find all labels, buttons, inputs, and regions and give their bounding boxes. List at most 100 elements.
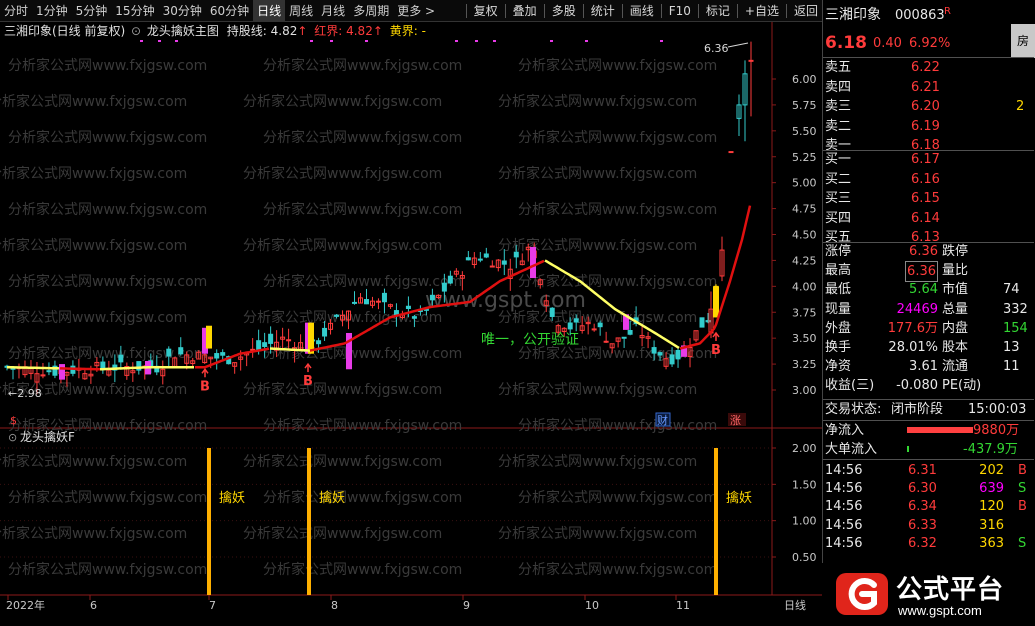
candle-body [591,328,597,331]
watermark-layer: 分析家公式网www.fxjgsw.com 分析家公式网www.fxjgsw.com… [0,57,717,578]
tick-time: 14:56 [825,481,863,497]
candle-body [699,317,705,328]
indicator-icon[interactable]: ⊙ [131,24,141,38]
candle-body [352,301,358,304]
big-inflow-bar [907,446,909,452]
candle-body [393,310,399,316]
stat-label: 收益(三) [825,378,875,394]
big-inflow-value: -437.9万 [963,442,1018,457]
tick-price: 6.30 [908,481,937,497]
signal-dot [140,40,143,42]
bid-label: 买一 [825,152,852,167]
watermark-text: 分析家公式网www.fxjgsw.com [243,453,442,470]
bid-price: 6.17 [911,152,940,167]
candle-body [728,151,734,154]
ask-label: 卖五 [825,60,852,75]
panel-divider [823,459,1034,460]
status-value: 闭市阶段 [891,402,944,417]
signal-dot [158,40,161,42]
signal-dot [660,40,663,42]
net-inflow-bar [907,427,973,433]
signal-column [207,448,211,595]
high-price-label: 6.36 [704,42,729,55]
watermark-text: 分析家公式网www.fxjgsw.com [0,93,187,110]
candle-body [573,318,579,323]
center-watermark: www.gspt.com [425,288,586,313]
status-row: 交易状态: 闭市阶段 15:00:03 [823,400,1034,419]
candle-body [621,336,627,339]
candle-body [214,353,220,359]
watermark-text: 分析家公式网www.fxjgsw.com [263,129,462,146]
candle-body [675,350,681,360]
net-inflow-row: 净流入 9880万 [823,421,1034,440]
price-tick-label: 4.25 [792,254,817,267]
ask-label: 卖四 [825,79,852,95]
bid-row: 买三 6.15 [823,189,1034,208]
watermark-text: 分析家公式网www.fxjgsw.com [8,561,207,578]
candle-body [567,322,573,330]
signal-dot [493,40,496,42]
stat-label-2: 总量 [942,301,969,317]
ask-row: 卖三 6.20 2 [823,97,1034,116]
buy-signal-label: B [711,343,721,358]
signal-column-label: 擒妖 [219,490,245,506]
watermark-text: 分析家公式网www.fxjgsw.com [0,453,187,470]
quote-price-row: 6.18 0.40 6.92% [823,34,1034,53]
stat-row: 换手 28.01% 股本 13 [823,338,1034,357]
stat-value-2: 74 [1003,282,1020,298]
bid-price: 6.16 [911,171,940,187]
logo-name: 公式平台 [896,575,1005,605]
watermark-text: 分析家公式网www.fxjgsw.com [498,453,697,470]
stat-label: 最高 [825,263,852,279]
sub-indicator-icon: ⊙ [8,431,17,444]
candle-body [489,265,495,268]
stock-title: 三湘印象(日线 前复权) [4,24,126,38]
date-tick-label: 9 [463,599,470,612]
stat-row: 净资 3.61 流通 11 [823,357,1034,376]
gspt-logo: 公式平台 www.gspt.com [822,563,1035,623]
bid-label: 买二 [825,171,852,187]
status-label: 交易状态: [825,402,882,417]
stat-label-2: 股本 [942,340,969,355]
sub-tick-label: 1.50 [792,478,817,491]
bid-label: 买三 [825,191,852,206]
ask-price: 6.22 [911,60,940,75]
tick-price: 6.33 [908,517,937,533]
stat-label: 涨停 [825,244,852,259]
stat-value: 24469 [896,301,938,317]
low-price-label: ←2.98 [8,387,42,400]
bid-row: 买二 6.16 [823,170,1034,189]
watermark-text: 分析家公式网www.fxjgsw.com [8,201,207,218]
date-tick-label: 7 [209,599,216,612]
watermark-text: 分析家公式网www.fxjgsw.com [8,345,207,362]
candle-body [651,347,657,354]
indicator-name[interactable]: 龙头擒妖主图 [147,24,219,38]
candle-body [46,370,52,373]
bid-price: 6.14 [911,210,940,226]
candle-body [166,348,172,357]
kline-chart-area[interactable]: 分析家公式网www.fxjgsw.com 分析家公式网www.fxjgsw.com… [0,0,822,623]
big-inflow-row: 大单流入 -437.9万 [823,440,1034,459]
watermark-text: 分析家公式网www.fxjgsw.com [263,201,462,218]
dollar-icon: $ [10,414,17,427]
candle-body [549,307,555,317]
date-tick-label: 2022年 [6,598,45,612]
tick-time: 14:56 [825,463,863,478]
stat-label-2: 市值 [942,282,969,298]
candle-body [322,327,328,337]
price-tick-label: 5.75 [792,99,817,112]
red-bound-label: 红界: [314,24,343,38]
stat-label-2: 内盘 [942,320,969,336]
stat-value-2: 13 [1003,340,1020,355]
sub-indicator-title: 龙头擒妖F [20,429,75,444]
ask-price: 6.21 [911,79,940,95]
price-change: 0.40 [873,36,902,51]
ask-label: 卖三 [825,99,852,114]
watermark-text: 分析家公式网www.fxjgsw.com [518,561,717,578]
price-tick-label: 4.50 [792,229,817,242]
buy-signal-label: B [200,379,210,394]
period-label: 日线 [784,598,806,612]
sub-tick-label: 2.00 [792,442,817,455]
bid-row: 买四 6.14 [823,209,1034,228]
candle-body [334,314,340,317]
